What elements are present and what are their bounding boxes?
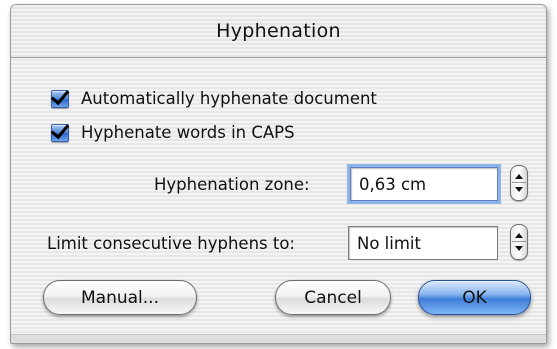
hyphenation-zone-value: 0,63 cm (359, 174, 427, 194)
stepper-down-arrow-icon[interactable] (515, 187, 523, 192)
stepper-divider (512, 182, 526, 183)
cancel-button-label: Cancel (304, 287, 362, 308)
stepper-down-arrow-icon[interactable] (515, 246, 523, 251)
manual-button-label: Manual... (81, 287, 159, 308)
auto-hyphenate-checkbox[interactable] (50, 85, 70, 108)
checkmark-icon (50, 119, 70, 139)
auto-hyphenate-option[interactable]: Automatically hyphenate document (50, 85, 377, 108)
auto-hyphenate-label: Automatically hyphenate document (81, 89, 377, 108)
cancel-button[interactable]: Cancel (275, 280, 391, 315)
consecutive-hyphens-input[interactable]: No limit (348, 226, 498, 260)
dialog-titlebar: Hyphenation (11, 5, 546, 58)
hyphenation-zone-stepper[interactable] (510, 165, 528, 201)
hyphenate-caps-checkbox[interactable] (50, 119, 70, 142)
consecutive-hyphens-stepper[interactable] (510, 224, 528, 260)
dialog-bottom-edge (11, 334, 546, 343)
stepper-up-arrow-icon[interactable] (515, 233, 523, 238)
hyphenation-zone-label: Hyphenation zone: (154, 175, 310, 194)
dialog-title: Hyphenation (216, 20, 341, 42)
ok-button-label: OK (462, 287, 487, 308)
stepper-up-arrow-icon[interactable] (515, 174, 523, 179)
ok-button[interactable]: OK (418, 280, 531, 315)
hyphenate-caps-option[interactable]: Hyphenate words in CAPS (50, 119, 295, 142)
stepper-divider (512, 241, 526, 242)
consecutive-hyphens-value: No limit (357, 233, 421, 253)
hyphenation-zone-input[interactable]: 0,63 cm (347, 164, 501, 204)
manual-button[interactable]: Manual... (43, 280, 197, 315)
consecutive-hyphens-label: Limit consecutive hyphens to: (47, 234, 295, 253)
checkmark-icon (50, 85, 70, 105)
hyphenate-caps-label: Hyphenate words in CAPS (81, 123, 295, 142)
hyphenation-dialog: Hyphenation Automatically hyphenate docu… (10, 4, 547, 344)
